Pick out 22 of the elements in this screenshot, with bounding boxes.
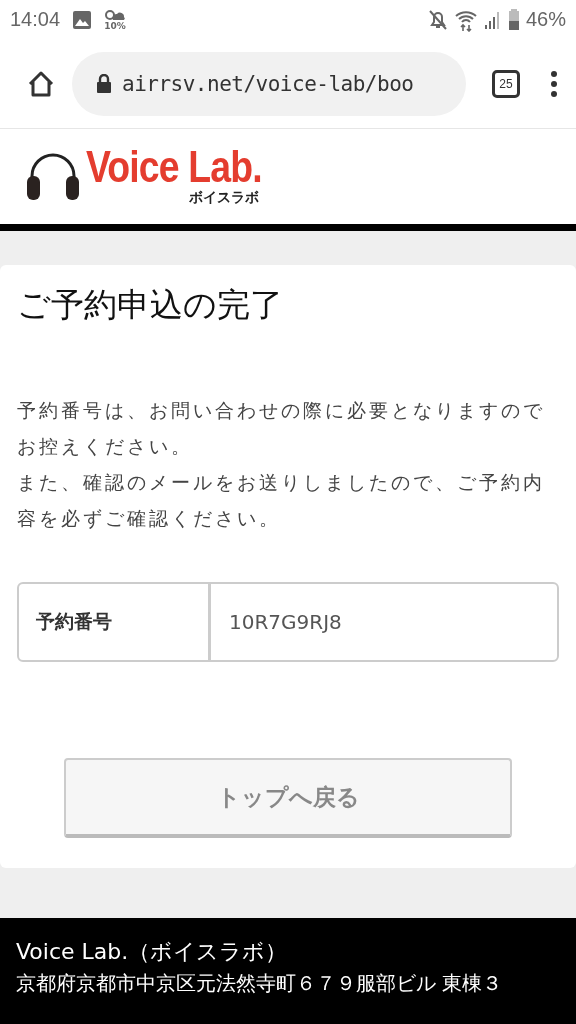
logo-kana: ボイスラボ xyxy=(188,189,259,208)
message-text: また、確認のメールをお送りしましたので、ご予約内容を必ずご確認ください。 xyxy=(17,470,546,532)
tab-count-button[interactable]: 25 xyxy=(492,69,520,98)
footer-name: Voice Lab.（ボイスラボ） xyxy=(16,938,289,967)
message-text: 予約番号は、お問い合わせの際に必要となりますのでお控えください。 xyxy=(17,398,546,460)
address-bar[interactable]: airrsv.net/voice-lab/boo xyxy=(72,51,466,116)
battery-icon xyxy=(507,8,520,31)
reservation-label: 予約番号 xyxy=(19,584,211,661)
weather-icon xyxy=(104,8,127,21)
image-icon xyxy=(72,9,93,30)
menu-icon xyxy=(550,69,558,98)
logo-text: Voice Lab. xyxy=(86,145,262,190)
weather-text: 10% xyxy=(104,20,126,31)
page-title: ご予約申込の完了 xyxy=(17,284,284,327)
signal-icon xyxy=(483,9,502,30)
clock-text: 14:04 xyxy=(10,8,61,32)
battery-text: 46% xyxy=(525,8,566,32)
reservation-number: 10R7G9RJ8 xyxy=(228,609,343,637)
url-text: airrsv.net/voice-lab/boo xyxy=(122,71,414,96)
lock-icon xyxy=(96,73,112,94)
muted-bell-icon xyxy=(427,8,448,31)
footer-address: 京都府京都市中京区元法然寺町６７９服部ビル 東棟３ xyxy=(16,970,504,998)
